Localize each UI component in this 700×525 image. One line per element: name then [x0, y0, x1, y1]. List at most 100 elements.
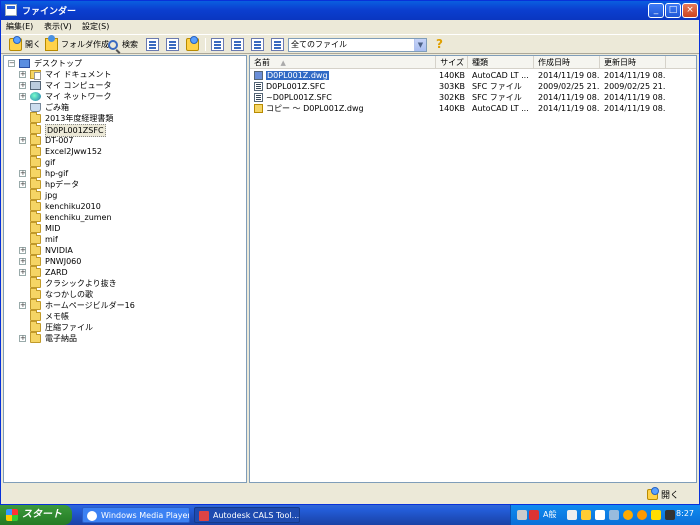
start-label: スタート	[22, 509, 62, 520]
edit-tool-button[interactable]	[146, 37, 159, 52]
file-size-cell: 140KB	[436, 70, 465, 81]
media-player-icon	[87, 511, 97, 521]
file-name-cell: D0PL001Z.dwg	[266, 70, 434, 81]
open-button[interactable]: 開く	[9, 36, 41, 52]
file-name-cell: コピー ～ D0PL001Z.dwg	[266, 103, 434, 114]
toolbar: 開く フォルダ作成 検索 全てのファイル ▼ ?	[1, 34, 699, 54]
file-created-cell: 2009/02/25 21...	[538, 81, 600, 92]
settings-icon[interactable]	[581, 510, 591, 520]
tree-item-label: ホームページビルダー16	[45, 301, 135, 310]
security-icon[interactable]	[623, 510, 633, 520]
file-size: 302KB	[438, 93, 465, 102]
tag-icon	[166, 38, 179, 51]
expand-icon[interactable]: +	[19, 82, 26, 89]
menu-view[interactable]: 表示(V)	[44, 21, 72, 32]
title-bar[interactable]: ファインダー _ □ ×	[1, 1, 699, 20]
file-modified: 2014/11/19 08...	[604, 104, 666, 113]
update-icon[interactable]	[637, 510, 647, 520]
ime-mode-text[interactable]: A般	[543, 509, 556, 520]
properties-tool-button[interactable]	[186, 36, 199, 52]
tree-item-label: Excel2Jww152	[45, 147, 102, 156]
network-icon[interactable]	[665, 510, 675, 520]
file-row[interactable]: コピー ～ D0PL001Z.dwg 140KB AutoCAD LT ... 201…	[250, 103, 696, 114]
file-name: コピー ～ D0PL001Z.dwg	[266, 104, 364, 113]
taskbar-item-windows-media-player[interactable]: Windows Media Player	[82, 507, 190, 523]
create-folder-button[interactable]: フォルダ作成	[45, 35, 109, 52]
file-name-cell: ~D0PL001Z.SFC	[266, 92, 434, 103]
expand-icon[interactable]: +	[19, 137, 26, 144]
folder-icon	[30, 277, 41, 288]
list-header: 名前 ▲ サイズ 種類 作成日時 更新日時	[250, 56, 696, 69]
expand-icon[interactable]: +	[19, 258, 26, 265]
expand-icon[interactable]: +	[19, 181, 26, 188]
folder-icon	[30, 145, 41, 156]
close-button[interactable]: ×	[682, 3, 698, 18]
column-size[interactable]: サイズ	[436, 56, 468, 69]
view-list-button[interactable]	[231, 37, 244, 52]
help-button[interactable]: ?	[433, 37, 446, 52]
open-icon	[9, 36, 22, 51]
file-modified-cell: 2009/02/25 21...	[604, 81, 666, 92]
bottom-open-button[interactable]: 開く	[647, 486, 691, 502]
start-button[interactable]: スタート	[0, 505, 72, 525]
open-label: 開く	[25, 40, 41, 49]
menu-edit[interactable]: 編集(E)	[6, 21, 33, 32]
tree-item-label: なつかしの歌	[45, 290, 93, 299]
search-button[interactable]: 検索	[108, 37, 138, 52]
column-type[interactable]: 種類	[468, 56, 534, 69]
file-created-cell: 2014/11/19 08...	[538, 103, 600, 114]
ime-icon[interactable]	[529, 510, 539, 520]
taskbar-item-cals-tool[interactable]: Autodesk CALS Tool...	[194, 507, 300, 523]
folder-icon	[30, 233, 41, 244]
chevron-down-icon[interactable]: ▼	[414, 39, 426, 51]
collapse-icon[interactable]: −	[8, 60, 15, 67]
file-row[interactable]: ~D0PL001Z.SFC 302KB SFC ファイル 2014/11/19 08.…	[250, 92, 696, 103]
file-row[interactable]: D0PL001Z.dwg 140KB AutoCAD LT ... 2014/11/1…	[250, 70, 696, 81]
column-created[interactable]: 作成日時	[534, 56, 600, 69]
tree-item-label: ごみ箱	[45, 103, 69, 112]
expand-icon[interactable]: +	[19, 170, 26, 177]
shield-icon[interactable]	[651, 510, 661, 520]
minimize-button[interactable]: _	[648, 3, 664, 18]
tool-tray-icon[interactable]	[609, 510, 619, 520]
menu-settings[interactable]: 設定(S)	[82, 21, 109, 32]
view-large-icons-button[interactable]	[211, 37, 224, 52]
file-type: AutoCAD LT ...	[472, 104, 529, 113]
expand-icon[interactable]: +	[19, 302, 26, 309]
folder-tree[interactable]: − デスクトップ + マイ ドキュメント + マイ コンピュータ + マイ ネットワーク ごみ箱…	[3, 55, 247, 483]
file-type-filter[interactable]: 全てのファイル ▼	[288, 38, 427, 52]
file-created: 2009/02/25 21...	[538, 82, 600, 91]
expand-icon[interactable]: +	[19, 335, 26, 342]
toolbar-separator	[205, 38, 206, 51]
expand-icon[interactable]: +	[19, 247, 26, 254]
file-type: SFC ファイル	[472, 93, 522, 102]
folder-icon	[30, 255, 41, 266]
pen-icon[interactable]	[567, 510, 577, 520]
taskbar-item-label: Windows Media Player	[101, 511, 190, 520]
keyboard-icon[interactable]	[517, 510, 527, 520]
file-type: AutoCAD LT ...	[472, 71, 529, 80]
file-created: 2014/11/19 08...	[538, 104, 600, 113]
column-modified[interactable]: 更新日時	[600, 56, 666, 69]
folder-icon	[30, 288, 41, 299]
file-list[interactable]: 名前 ▲ サイズ 種類 作成日時 更新日時 D0PL001Z.dwg 140KB A…	[249, 55, 697, 483]
create-folder-label: フォルダ作成	[61, 40, 109, 49]
tree-view-icon	[251, 38, 264, 51]
folder-icon	[30, 211, 41, 222]
expand-icon[interactable]: +	[19, 71, 26, 78]
file-type: SFC ファイル	[472, 82, 522, 91]
file-name: D0PL001Z.SFC	[266, 82, 326, 91]
folder-icon	[30, 321, 41, 332]
view-details-button[interactable]	[271, 37, 284, 52]
sfc-file-icon	[254, 93, 263, 102]
file-row[interactable]: D0PL001Z.SFC 303KB SFC ファイル 2009/02/25 21..…	[250, 81, 696, 92]
expand-icon[interactable]: +	[19, 93, 26, 100]
file-modified: 2014/11/19 08...	[604, 93, 666, 102]
maximize-button[interactable]: □	[665, 3, 681, 18]
column-name[interactable]: 名前 ▲	[250, 56, 436, 69]
new-folder-icon	[45, 35, 58, 51]
tag-tool-button[interactable]	[166, 37, 179, 52]
view-tree-button[interactable]	[251, 37, 264, 52]
expand-icon[interactable]: +	[19, 269, 26, 276]
help-tray-icon[interactable]	[595, 510, 605, 520]
